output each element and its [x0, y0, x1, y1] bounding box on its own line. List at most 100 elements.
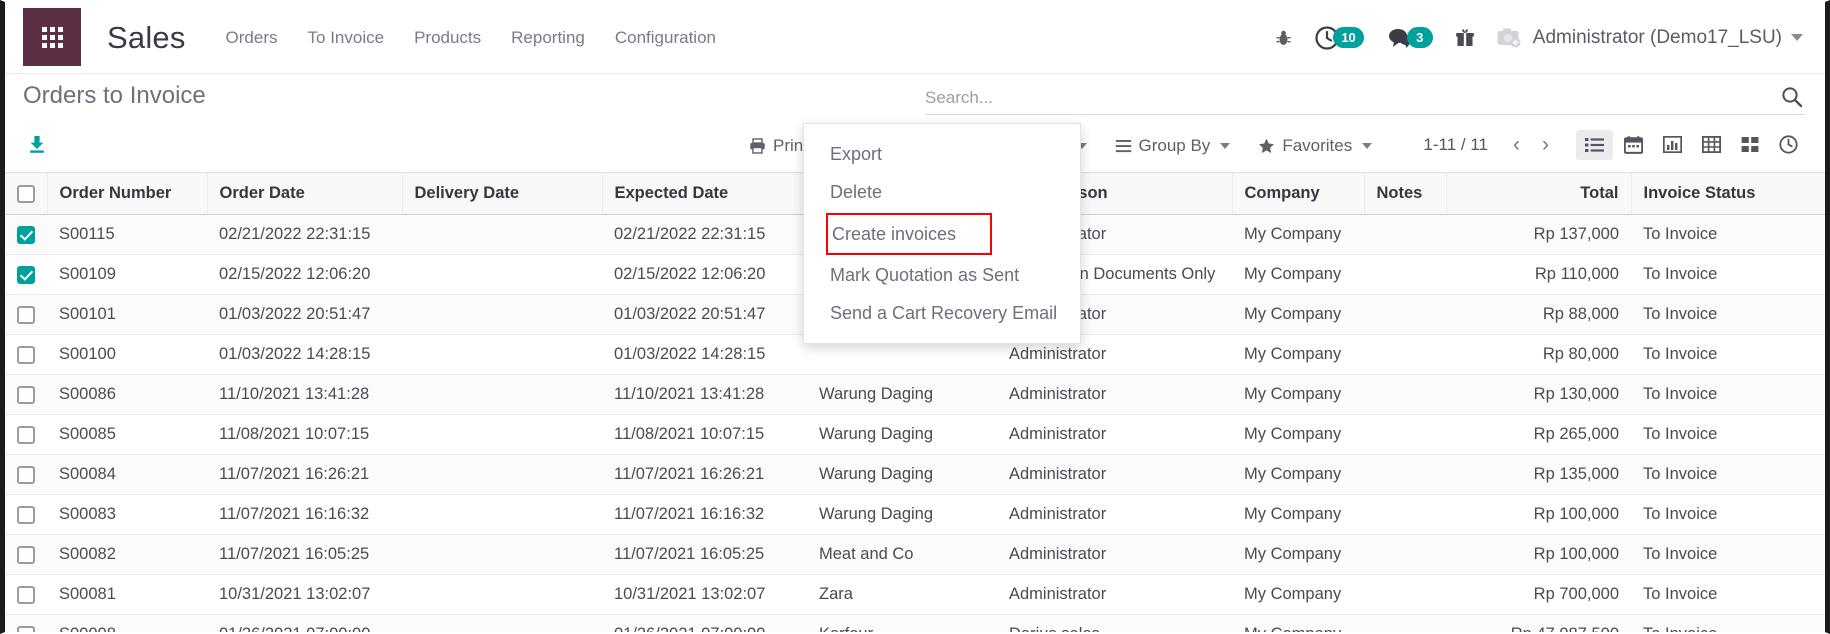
- bar-chart-icon: [1663, 136, 1682, 153]
- messages-menu-button[interactable]: 3: [1386, 26, 1433, 50]
- kanban-view-button[interactable]: [1732, 129, 1768, 160]
- cell-total: Rp 135,000: [1446, 454, 1631, 495]
- table-row[interactable]: S00084 11/07/2021 16:26:21 11/07/2021 16:2…: [5, 454, 1825, 495]
- action-menu-item-export[interactable]: Export: [804, 135, 1080, 173]
- cell-total: Rp 265,000: [1446, 414, 1631, 455]
- cell-notes: [1364, 494, 1446, 535]
- cell-delivery-date: [402, 334, 602, 375]
- cell-salesperson: Administrator: [997, 574, 1232, 615]
- cell-total: Rp 700,000: [1446, 574, 1631, 615]
- column-header-total[interactable]: Total: [1446, 172, 1632, 215]
- table-row[interactable]: S00085 11/08/2021 10:07:15 11/08/2021 10:0…: [5, 414, 1825, 455]
- favorites-button[interactable]: Favorites: [1244, 128, 1386, 164]
- list-view-button[interactable]: [1576, 129, 1613, 160]
- cell-salesperson: Administrator: [997, 414, 1232, 455]
- cell-customer: Warung Daging: [807, 374, 997, 415]
- menu-item-orders[interactable]: Orders: [226, 28, 278, 48]
- cell-salesperson: Administrator: [997, 454, 1232, 495]
- calendar-icon: [1624, 135, 1643, 154]
- column-header-expected-date[interactable]: Expected Date: [602, 172, 808, 215]
- cell-order-number: S00086: [47, 374, 207, 415]
- cell-order-date: 01/03/2022 14:28:15: [207, 334, 402, 375]
- cell-notes: [1364, 254, 1446, 295]
- column-header-invoice-status[interactable]: Invoice Status: [1631, 172, 1825, 215]
- activities-menu-button[interactable]: 10: [1314, 25, 1364, 51]
- row-select-checkbox[interactable]: [17, 505, 35, 524]
- cell-notes: [1364, 574, 1446, 615]
- menu-item-to-invoice[interactable]: To Invoice: [308, 28, 385, 48]
- cell-expected-date: 01/26/2021 07:00:00: [602, 614, 807, 632]
- cell-delivery-date: [402, 414, 602, 455]
- row-select-cell: [5, 614, 47, 632]
- row-select-checkbox[interactable]: [17, 385, 35, 404]
- row-select-cell: [5, 214, 47, 255]
- cell-invoice-status: To Invoice: [1631, 374, 1825, 415]
- gift-menu-button[interactable]: [1455, 28, 1475, 48]
- action-menu-item-send-cart-recovery-email[interactable]: Send a Cart Recovery Email: [804, 294, 1080, 332]
- calendar-view-button[interactable]: [1615, 129, 1652, 161]
- column-header-order-date[interactable]: Order Date: [207, 172, 403, 215]
- cell-invoice-status: To Invoice: [1631, 254, 1825, 295]
- pivot-view-button[interactable]: [1693, 129, 1730, 160]
- import-records-button[interactable]: [23, 132, 51, 161]
- row-select-checkbox[interactable]: [17, 625, 35, 632]
- pager-previous-button[interactable]: ‹: [1504, 132, 1529, 157]
- cell-notes: [1364, 334, 1446, 375]
- cell-notes: [1364, 374, 1446, 415]
- table-row[interactable]: S00086 11/10/2021 13:41:28 11/10/2021 13:4…: [5, 374, 1825, 415]
- debug-menu-button[interactable]: [1275, 29, 1292, 47]
- import-download-icon: [30, 135, 44, 153]
- action-menu-item-create-invoices[interactable]: Create invoices: [826, 212, 992, 255]
- search-input[interactable]: [925, 88, 1779, 108]
- search-button[interactable]: [1779, 86, 1805, 111]
- action-menu-item-delete[interactable]: Delete: [804, 173, 1080, 211]
- table-row[interactable]: S00081 10/31/2021 13:02:07 10/31/2021 13:0…: [5, 574, 1825, 615]
- column-header-order-number[interactable]: Order Number: [47, 172, 208, 215]
- graph-view-button[interactable]: [1654, 129, 1691, 160]
- control-panel: Orders to Invoice Search... Print Group …: [5, 74, 1825, 345]
- apps-menu-button[interactable]: [23, 8, 81, 66]
- row-select-checkbox[interactable]: [17, 305, 35, 324]
- cell-company: My Company: [1232, 494, 1364, 535]
- group-by-button[interactable]: Group By: [1101, 128, 1245, 164]
- row-select-cell: [5, 374, 47, 415]
- cell-company: My Company: [1232, 294, 1364, 335]
- cell-company: My Company: [1232, 374, 1364, 415]
- user-menu-button[interactable]: Administrator (Demo17_LSU): [1497, 27, 1803, 49]
- column-header-notes[interactable]: Notes: [1364, 172, 1447, 215]
- chevron-down-icon: [1791, 34, 1803, 41]
- row-select-checkbox[interactable]: [17, 465, 35, 484]
- row-select-cell: [5, 334, 47, 375]
- row-select-checkbox[interactable]: [17, 225, 35, 244]
- row-select-checkbox[interactable]: [17, 545, 35, 564]
- star-icon: [1259, 138, 1275, 153]
- action-menu-item-mark-quotation-as-sent[interactable]: Mark Quotation as Sent: [804, 256, 1080, 294]
- activity-view-button[interactable]: [1770, 128, 1807, 161]
- cell-delivery-date: [402, 614, 602, 632]
- cell-notes: [1364, 414, 1446, 455]
- chevron-down-icon: [1362, 143, 1373, 149]
- table-row[interactable]: S00082 11/07/2021 16:05:25 11/07/2021 16:0…: [5, 534, 1825, 575]
- cell-order-date: 02/15/2022 12:06:20: [207, 254, 402, 295]
- column-header-company[interactable]: Company: [1232, 172, 1365, 215]
- column-header-delivery-date[interactable]: Delivery Date: [402, 172, 603, 215]
- pager-next-button[interactable]: ›: [1533, 132, 1558, 157]
- cell-order-date: 10/31/2021 13:02:07: [207, 574, 402, 615]
- select-all-checkbox[interactable]: [17, 184, 35, 203]
- menu-item-configuration[interactable]: Configuration: [615, 28, 716, 48]
- table-row[interactable]: S00083 11/07/2021 16:16:32 11/07/2021 16:1…: [5, 494, 1825, 535]
- cell-order-date: 11/07/2021 16:16:32: [207, 494, 402, 535]
- row-select-checkbox[interactable]: [17, 425, 35, 444]
- cell-delivery-date: [402, 534, 602, 575]
- menu-item-reporting[interactable]: Reporting: [511, 28, 585, 48]
- row-select-cell: [5, 534, 47, 575]
- cell-customer: Warung Daging: [807, 414, 997, 455]
- cell-customer: Kerfour: [807, 614, 997, 632]
- row-select-checkbox[interactable]: [17, 345, 35, 364]
- row-select-checkbox[interactable]: [17, 585, 35, 604]
- cell-invoice-status: To Invoice: [1631, 454, 1825, 495]
- menu-item-products[interactable]: Products: [414, 28, 481, 48]
- table-row[interactable]: S00008 01/26/2021 07:00:00 01/26/2021 07:0…: [5, 614, 1825, 632]
- cell-expected-date: 01/03/2022 14:28:15: [602, 334, 807, 375]
- row-select-checkbox[interactable]: [17, 265, 35, 284]
